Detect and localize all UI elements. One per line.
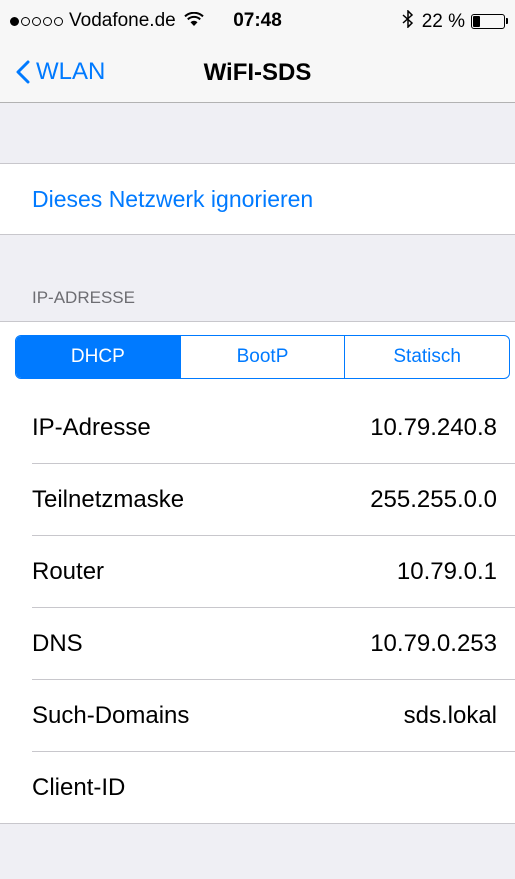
segment-dhcp[interactable]: DHCP: [16, 336, 180, 378]
row-client-id[interactable]: Client-ID: [32, 752, 515, 824]
ip-settings-list: DHCP BootP Statisch IP-Adresse 10.79.240…: [0, 321, 515, 824]
status-bar-right: 22 %: [402, 9, 508, 33]
row-value: 10.79.0.1: [396, 557, 497, 585]
ignore-network-button[interactable]: Dieses Netzwerk ignorieren: [0, 163, 515, 235]
row-label: DNS: [32, 629, 83, 657]
row-label: IP-Adresse: [32, 413, 151, 441]
row-label: Router: [32, 557, 105, 585]
row-value: 255.255.0.0: [370, 485, 497, 513]
row-dns[interactable]: DNS 10.79.0.253: [32, 608, 515, 680]
row-value: sds.lokal: [403, 701, 497, 729]
row-router[interactable]: Router 10.79.0.1: [32, 536, 515, 608]
row-subnet-mask[interactable]: Teilnetzmaske 255.255.0.0: [32, 464, 515, 536]
row-ip-address[interactable]: IP-Adresse 10.79.240.8: [32, 392, 515, 464]
row-search-domains[interactable]: Such-Domains sds.lokal: [32, 680, 515, 752]
battery-fill: [473, 16, 480, 27]
row-label: Teilnetzmaske: [32, 485, 185, 513]
row-value: 10.79.240.8: [370, 413, 497, 441]
ip-mode-segmented-control: DHCP BootP Statisch: [15, 335, 510, 379]
row-label: Such-Domains: [32, 701, 190, 729]
bluetooth-icon: [402, 9, 414, 33]
battery-percentage: 22 %: [421, 10, 465, 32]
segment-statisch[interactable]: Statisch: [344, 336, 509, 378]
segment-bootp[interactable]: BootP: [179, 336, 345, 378]
page-title: WiFI-SDS: [203, 59, 312, 86]
ip-section-header: IP-ADRESSE: [32, 288, 135, 307]
navigation-bar: WLAN WiFI-SDS: [0, 42, 515, 103]
row-label: Client-ID: [32, 774, 126, 801]
status-bar: Vodafone.de 07:48 22 %: [0, 0, 515, 42]
battery-icon: [471, 14, 508, 29]
row-value: 10.79.0.253: [370, 629, 497, 657]
